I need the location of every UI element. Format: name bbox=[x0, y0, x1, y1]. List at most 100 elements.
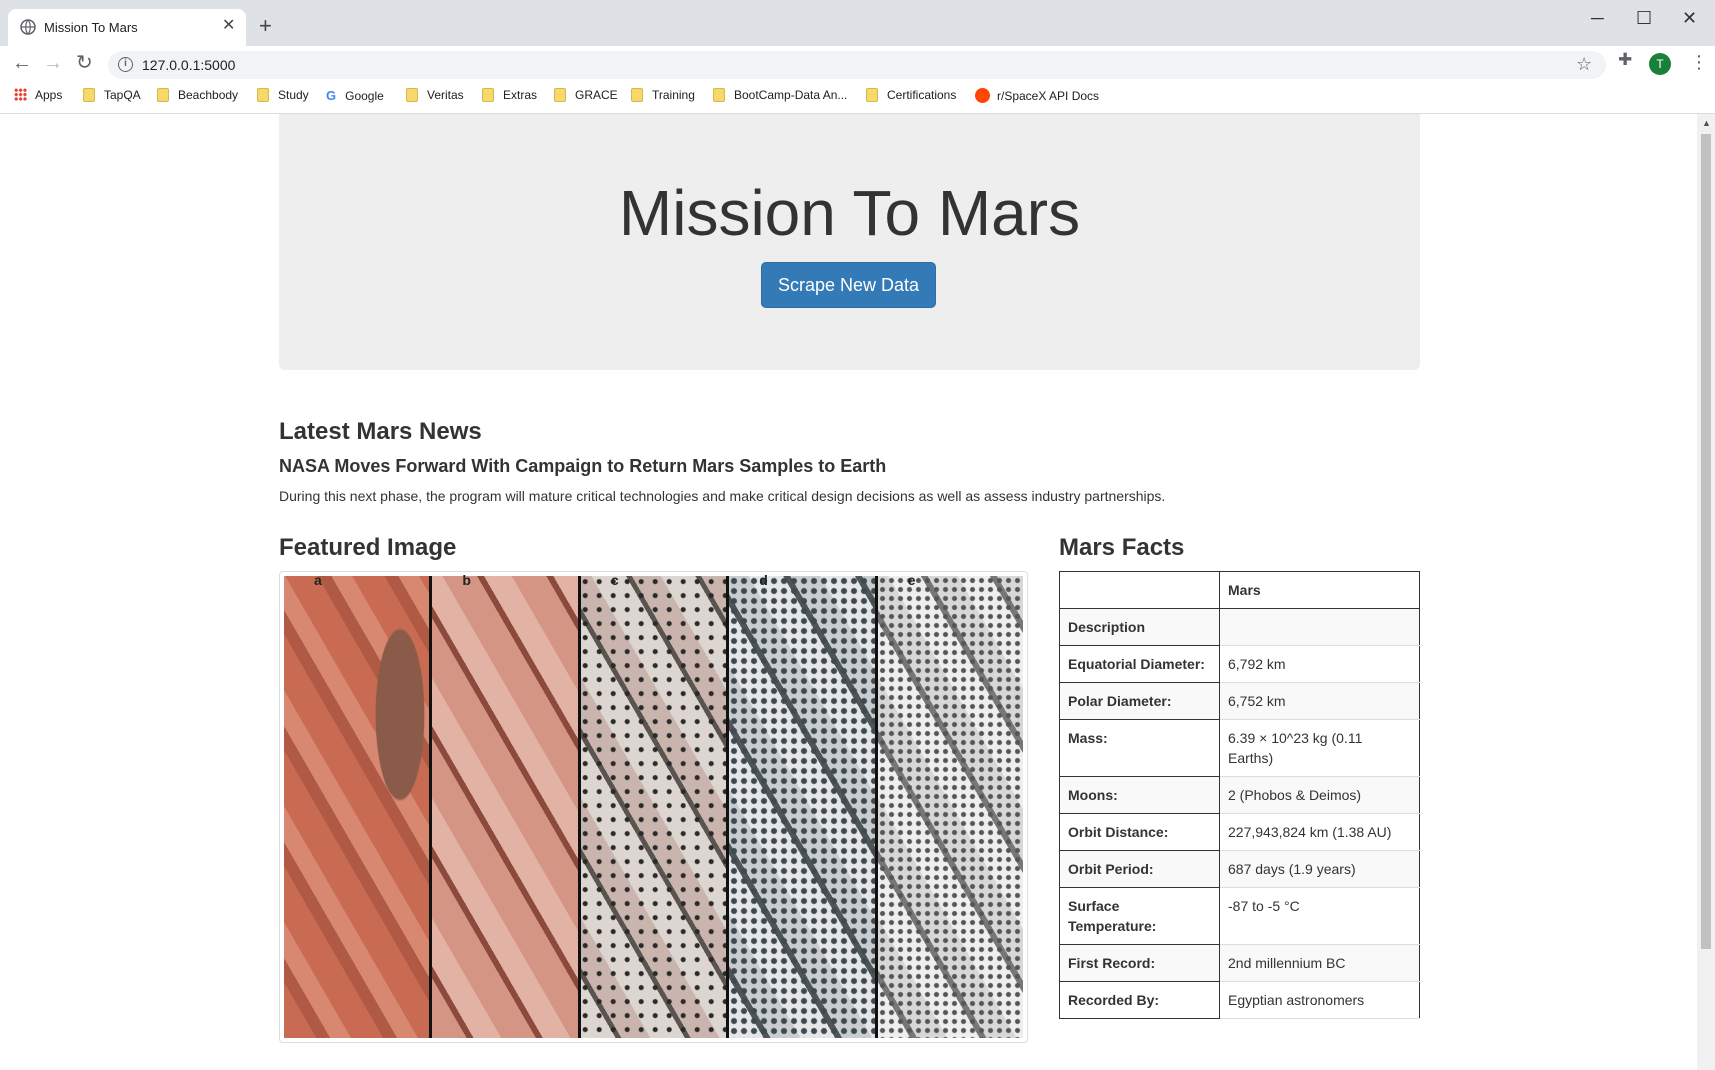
bookmark-label: GRACE bbox=[575, 88, 618, 102]
scrape-button[interactable]: Scrape New Data bbox=[761, 262, 936, 308]
news-paragraph: During this next phase, the program will… bbox=[279, 488, 1166, 504]
fact-value: Egyptian astronomers bbox=[1219, 981, 1420, 1019]
panel-label: c bbox=[610, 572, 619, 588]
table-header-cell bbox=[1059, 571, 1220, 609]
bookmark-grace[interactable]: GRACE bbox=[554, 88, 618, 102]
maximize-icon[interactable]: ☐ bbox=[1636, 8, 1652, 28]
reload-icon[interactable]: ↻ bbox=[76, 52, 93, 74]
featured-image: a b c d e bbox=[284, 572, 1024, 1038]
bookmark-tapqa[interactable]: TapQA bbox=[83, 88, 141, 102]
extensions-icon[interactable]: ✚ bbox=[1618, 50, 1632, 70]
forward-icon[interactable]: → bbox=[43, 52, 63, 74]
panel-label: b bbox=[462, 572, 471, 588]
image-panel: e bbox=[877, 572, 1024, 1038]
fact-label: Mass: bbox=[1059, 719, 1220, 777]
news-heading: Latest Mars News bbox=[279, 418, 482, 445]
table-header-cell: Mars bbox=[1219, 571, 1420, 609]
fact-label: Orbit Period: bbox=[1059, 850, 1220, 888]
table-row: Moons: 2 (Phobos & Deimos) bbox=[1059, 776, 1420, 814]
bookmark-label: Extras bbox=[503, 88, 538, 102]
bookmark-certifications[interactable]: Certifications bbox=[866, 88, 956, 102]
folder-icon bbox=[713, 88, 725, 102]
fact-label: Recorded By: bbox=[1059, 981, 1220, 1019]
table-row: First Record: 2nd millennium BC bbox=[1059, 944, 1420, 982]
table-row: Polar Diameter: 6,752 km bbox=[1059, 682, 1420, 720]
fact-value: 2nd millennium BC bbox=[1219, 944, 1420, 982]
scroll-up-icon[interactable]: ▲ bbox=[1702, 118, 1711, 128]
fact-value: 6.39 × 10^23 kg (0.11 Earths) bbox=[1219, 719, 1420, 777]
url-text[interactable]: 127.0.0.1:5000 bbox=[142, 57, 235, 73]
bookmark-label: Beachbody bbox=[178, 88, 239, 102]
featured-image-frame: a b c d e bbox=[279, 571, 1028, 1043]
scrollbar-thumb[interactable] bbox=[1701, 134, 1711, 949]
page-viewport: Mission To Mars Scrape New Data Latest M… bbox=[0, 114, 1697, 1070]
address-bar[interactable]: i 127.0.0.1:5000 ☆ bbox=[108, 51, 1606, 79]
bookmark-extras[interactable]: Extras bbox=[482, 88, 537, 102]
page-title: Mission To Mars bbox=[618, 177, 1081, 249]
fact-label: First Record: bbox=[1059, 944, 1220, 982]
new-tab-icon[interactable]: + bbox=[259, 15, 272, 37]
panel-label: e bbox=[907, 572, 916, 588]
facts-heading: Mars Facts bbox=[1059, 534, 1185, 561]
globe-icon bbox=[20, 19, 36, 35]
bookmark-label: Certifications bbox=[887, 88, 957, 102]
folder-icon bbox=[866, 88, 878, 102]
image-panel: b bbox=[432, 572, 581, 1038]
folder-icon bbox=[631, 88, 643, 102]
folder-icon bbox=[257, 88, 269, 102]
apps-grid-icon bbox=[14, 88, 27, 101]
folder-icon bbox=[406, 88, 418, 102]
fact-label: Polar Diameter: bbox=[1059, 682, 1220, 720]
fact-label: Description bbox=[1059, 608, 1220, 646]
avatar[interactable]: T bbox=[1649, 53, 1671, 75]
image-panel: c bbox=[580, 572, 730, 1038]
table-row: Orbit Period: 687 days (1.9 years) bbox=[1059, 850, 1420, 888]
bookmark-beachbody[interactable]: Beachbody bbox=[157, 88, 238, 102]
reddit-icon bbox=[975, 88, 990, 103]
bookmark-label: r/SpaceX API Docs bbox=[997, 89, 1100, 103]
panel-label: d bbox=[759, 572, 768, 588]
fact-value: 687 days (1.9 years) bbox=[1219, 850, 1420, 888]
fact-value: 6,792 km bbox=[1219, 645, 1420, 683]
news-title: NASA Moves Forward With Campaign to Retu… bbox=[279, 456, 887, 476]
table-row: Description bbox=[1059, 608, 1420, 646]
minimize-icon[interactable]: ─ bbox=[1591, 8, 1604, 28]
bookmark-veritas[interactable]: Veritas bbox=[406, 88, 464, 102]
jumbotron: Mission To Mars Scrape New Data bbox=[279, 114, 1420, 370]
folder-icon bbox=[554, 88, 566, 102]
table-row: Mass: 6.39 × 10^23 kg (0.11 Earths) bbox=[1059, 719, 1420, 777]
bookmark-training[interactable]: Training bbox=[631, 88, 695, 102]
menu-icon[interactable]: ⋮ bbox=[1690, 52, 1708, 73]
bookmark-label: TapQA bbox=[104, 88, 141, 102]
bookmark-bootcamp[interactable]: BootCamp-Data An... bbox=[713, 88, 847, 102]
bookmark-star-icon[interactable]: ☆ bbox=[1576, 54, 1592, 75]
fact-label: Surface Temperature: bbox=[1059, 887, 1220, 945]
tab-title: Mission To Mars bbox=[44, 20, 138, 35]
bookmarks-bar: Apps TapQA Beachbody Study G Google Verit… bbox=[0, 82, 1715, 114]
table-row: Surface Temperature: -87 to -5 °C bbox=[1059, 887, 1420, 945]
bookmark-spacex-docs[interactable]: r/SpaceX API Docs bbox=[975, 88, 1099, 103]
google-icon: G bbox=[326, 88, 337, 103]
table-row: Equatorial Diameter: 6,792 km bbox=[1059, 645, 1420, 683]
bookmark-label: Study bbox=[278, 88, 309, 102]
fact-label: Equatorial Diameter: bbox=[1059, 645, 1220, 683]
browser-toolbar: ← → ↻ i 127.0.0.1:5000 ☆ bbox=[0, 46, 1715, 82]
table-header-row: Mars bbox=[1059, 571, 1420, 609]
vertical-scrollbar[interactable]: ▲ bbox=[1697, 114, 1715, 1070]
window-close-icon[interactable]: ✕ bbox=[1682, 8, 1697, 28]
bookmark-label: Training bbox=[652, 88, 695, 102]
browser-tab[interactable]: Mission To Mars ✕ bbox=[8, 9, 246, 46]
info-icon[interactable]: i bbox=[118, 57, 133, 72]
bookmark-google[interactable]: G Google bbox=[326, 88, 384, 103]
image-panel: d bbox=[729, 572, 878, 1038]
bookmark-study[interactable]: Study bbox=[257, 88, 309, 102]
bookmark-label: Apps bbox=[35, 88, 63, 102]
table-row: Recorded By: Egyptian astronomers bbox=[1059, 981, 1420, 1019]
featured-image-heading: Featured Image bbox=[279, 534, 457, 561]
tab-close-icon[interactable]: ✕ bbox=[222, 17, 235, 35]
bookmark-label: Google bbox=[345, 89, 384, 103]
bookmark-apps[interactable]: Apps bbox=[14, 88, 62, 102]
fact-value bbox=[1219, 608, 1420, 646]
bookmark-label: BootCamp-Data An... bbox=[734, 88, 848, 102]
back-icon[interactable]: ← bbox=[12, 52, 32, 74]
